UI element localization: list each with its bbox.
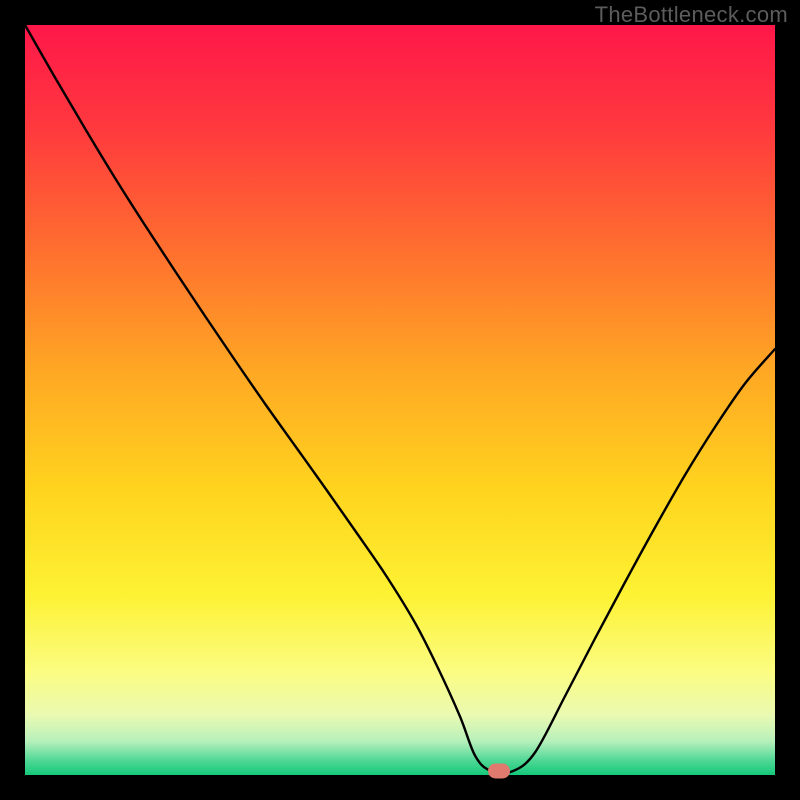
chart-svg [0, 0, 800, 800]
plot-area-rect [25, 25, 775, 775]
chart-frame: TheBottleneck.com [0, 0, 800, 800]
optimal-point-marker [488, 763, 510, 778]
watermark-text: TheBottleneck.com [595, 2, 788, 28]
